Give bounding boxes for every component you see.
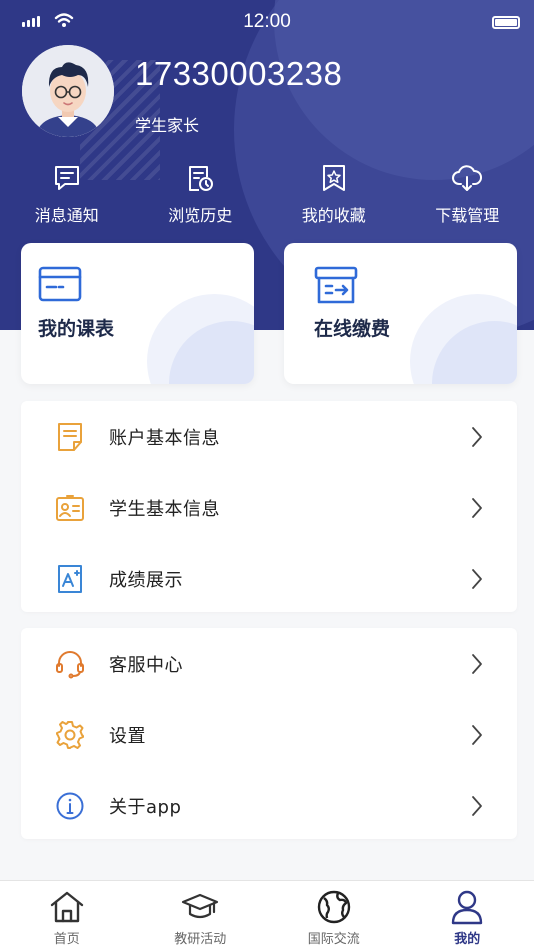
tab-label: 我的 xyxy=(454,932,481,947)
tab-bar: 首页 教研活动 国际交流 我的 xyxy=(0,880,534,950)
quick-action-downloads[interactable]: 下载管理 xyxy=(401,160,534,226)
menu-item-grades[interactable]: 成绩展示 xyxy=(21,543,517,614)
status-bar: 12:00 xyxy=(0,0,534,44)
menu-item-label: 账户基本信息 xyxy=(109,427,220,449)
schedule-card-label: 我的课表 xyxy=(38,318,115,340)
chevron-right-icon xyxy=(472,568,482,589)
menu-item-student-info[interactable]: 学生基本信息 xyxy=(21,472,517,543)
quick-action-label: 下载管理 xyxy=(435,206,500,225)
payment-box-icon xyxy=(314,265,358,309)
menu-item-label: 成绩展示 xyxy=(109,569,183,591)
home-icon xyxy=(47,887,87,927)
chevron-right-icon xyxy=(472,795,482,816)
graduation-cap-icon xyxy=(180,887,220,927)
menu-item-settings[interactable]: 设置 xyxy=(21,699,517,770)
quick-action-messages[interactable]: 消息通知 xyxy=(0,160,134,226)
menu-item-customer-service[interactable]: 客服中心 xyxy=(21,628,517,699)
tab-label: 首页 xyxy=(53,932,80,947)
schedule-card-icon xyxy=(38,265,82,307)
quick-action-history[interactable]: 浏览历史 xyxy=(134,160,268,226)
quick-action-label: 我的收藏 xyxy=(301,206,366,225)
tab-mine[interactable]: 我的 xyxy=(401,881,534,950)
tab-research[interactable]: 教研活动 xyxy=(134,881,268,950)
quick-action-label: 浏览历史 xyxy=(168,206,233,225)
chevron-right-icon xyxy=(472,724,482,745)
avatar[interactable] xyxy=(22,45,114,137)
quick-actions: 消息通知 浏览历史 我的收藏 下载管理 xyxy=(0,160,534,226)
tab-home[interactable]: 首页 xyxy=(0,881,134,950)
tab-label: 国际交流 xyxy=(307,932,360,947)
download-cloud-icon xyxy=(449,160,485,196)
favorites-icon xyxy=(316,160,352,196)
menu-item-label: 客服中心 xyxy=(109,654,183,676)
message-icon xyxy=(49,160,85,196)
user-icon xyxy=(447,887,487,927)
quick-action-label: 消息通知 xyxy=(34,206,99,225)
info-icon xyxy=(55,791,85,821)
tab-international[interactable]: 国际交流 xyxy=(267,881,401,950)
chevron-right-icon xyxy=(472,653,482,674)
status-time: 12:00 xyxy=(243,11,291,32)
user-phone: 17330003238 xyxy=(135,55,343,92)
menu-group-support: 客服中心 设置 关于app xyxy=(21,628,517,839)
menu-item-label: 设置 xyxy=(109,725,146,747)
payment-card-label: 在线缴费 xyxy=(314,318,391,340)
grade-icon xyxy=(55,564,85,594)
payment-card[interactable]: 在线缴费 xyxy=(284,243,517,384)
document-icon xyxy=(55,422,85,452)
tab-label: 教研活动 xyxy=(174,932,227,947)
headset-icon xyxy=(55,649,85,679)
menu-item-label: 学生基本信息 xyxy=(109,498,220,520)
chevron-right-icon xyxy=(472,426,482,447)
globe-icon xyxy=(314,887,354,927)
gear-icon xyxy=(55,720,85,750)
quick-action-favorites[interactable]: 我的收藏 xyxy=(267,160,401,226)
schedule-card[interactable]: 我的课表 xyxy=(21,243,254,384)
menu-group-info: 账户基本信息 学生基本信息 成绩展示 xyxy=(21,401,517,612)
battery-icon xyxy=(492,16,520,29)
menu-item-about[interactable]: 关于app xyxy=(21,770,517,841)
menu-item-account-info[interactable]: 账户基本信息 xyxy=(21,401,517,472)
user-role: 学生家长 xyxy=(135,116,200,135)
id-card-icon xyxy=(55,493,85,523)
menu-item-label: 关于app xyxy=(109,796,182,818)
history-icon xyxy=(182,160,218,196)
chevron-right-icon xyxy=(472,497,482,518)
